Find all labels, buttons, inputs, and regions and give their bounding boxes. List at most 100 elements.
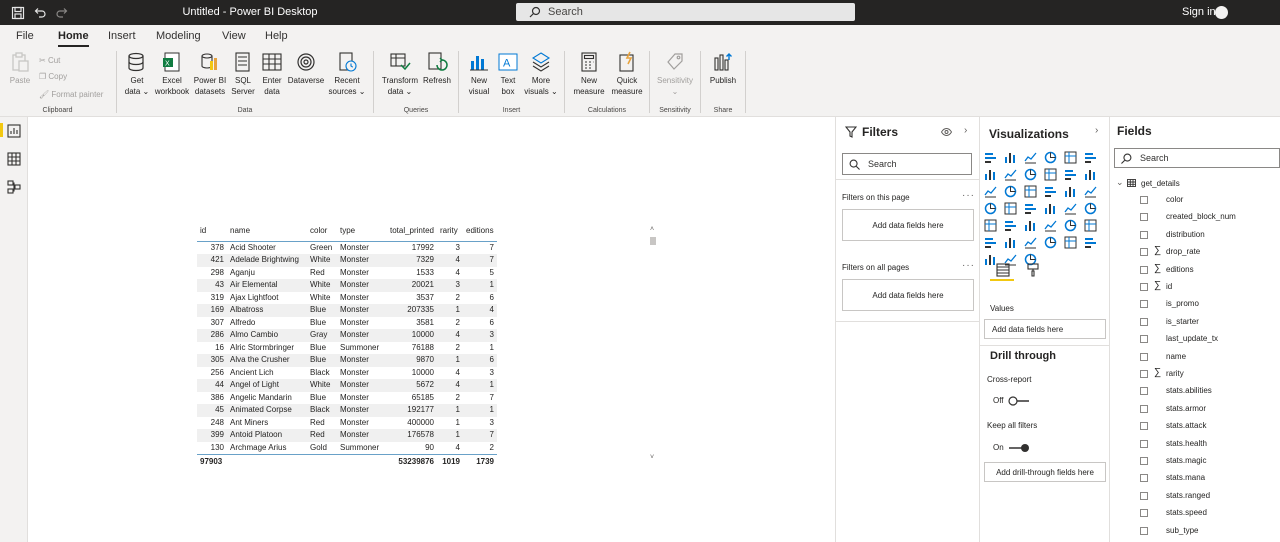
eye-icon[interactable] [941,128,952,136]
fields-well-icon[interactable] [996,263,1010,277]
field-checkbox[interactable] [1140,230,1148,239]
ribbon-chart-icon[interactable] [1084,168,1097,181]
field-checkbox[interactable] [1140,283,1148,291]
filters-search-input[interactable]: Search [842,153,972,175]
sensitivity-button[interactable]: Sensitivity ⌄ [653,51,697,97]
table-row[interactable]: 43 Air Elemental White Monster 20021 3 1 [197,279,497,292]
menu-file[interactable]: File [16,25,34,47]
field-checkbox[interactable] [1140,491,1148,500]
field-is-promo[interactable]: is_promo [1110,296,1280,313]
column-header-editions[interactable]: editions [463,221,497,242]
field-checkbox[interactable] [1140,457,1148,465]
more-visuals-button[interactable]: More visuals ⌄ [522,51,560,97]
transform-data-button[interactable]: Transform data ⌄ [379,51,421,97]
menu-insert[interactable]: Insert [108,25,136,47]
table-row[interactable]: 319 Ajax Lightfoot White Monster 3537 2 6 [197,292,497,305]
funnel-chart-icon[interactable] [1004,185,1017,198]
scatter-chart-icon[interactable] [1024,185,1037,198]
field-checkbox[interactable] [1140,439,1148,448]
field-name[interactable]: name [1110,349,1280,366]
field-checkbox[interactable] [1140,404,1148,413]
menu-view[interactable]: View [222,25,246,47]
table-row[interactable]: 305 Alva the Crusher Blue Monster 9870 1 6 [197,354,497,367]
collapse-viz-chevron-icon[interactable]: › [1095,125,1098,136]
key-influencers-icon[interactable] [1004,236,1017,249]
field-distribution[interactable]: distribution [1110,227,1280,244]
field-checkbox[interactable] [1140,300,1148,309]
field-checkbox[interactable] [1140,370,1148,378]
multi-row-card-icon[interactable] [984,219,997,232]
table-row[interactable]: 399 Antoid Platoon Red Monster 176578 1 7 [197,429,497,442]
get-data-button[interactable]: Get data ⌄ [122,51,152,97]
menu-help[interactable]: Help [265,25,288,47]
gauge-icon[interactable] [1064,202,1077,215]
column-header-name[interactable]: name [227,221,307,242]
fields-search-input[interactable]: Search [1114,148,1280,168]
copy-button[interactable]: ❐ Copy [39,71,67,82]
field-checkbox[interactable] [1140,196,1148,204]
field-stats-abilities[interactable]: stats.abilities [1110,383,1280,400]
matrix-icon[interactable] [1064,219,1077,232]
100-stacked-bar-chart-icon[interactable] [1064,151,1077,164]
map-icon[interactable] [984,202,997,215]
pie-chart-icon[interactable] [1044,185,1057,198]
refresh-button[interactable]: Refresh [421,51,453,86]
format-paintbrush-icon[interactable] [1026,263,1040,277]
paginated-report-icon[interactable] [1084,236,1097,249]
column-header-total-printed[interactable]: total_printed [385,221,437,242]
field-stats-mana[interactable]: stats.mana [1110,470,1280,487]
filters-page-dropzone[interactable]: Add data fields here [842,209,974,241]
waterfall-chart-icon[interactable] [984,185,997,198]
sql-server-button[interactable]: SQL Server [228,51,258,97]
field-editions[interactable]: ∑ editions [1110,262,1280,279]
field-checkbox[interactable] [1140,387,1148,396]
new-visual-button[interactable]: New visual [464,51,494,97]
table-row[interactable]: 307 Alfredo Blue Monster 3581 2 6 [197,317,497,330]
table-row[interactable]: 256 Ancient Lich Black Monster 10000 4 3 [197,367,497,380]
format-painter-button[interactable]: 🖌 Format painter [39,89,103,100]
clustered-column-chart-icon[interactable] [1044,151,1057,164]
values-dropzone[interactable]: Add data fields here [984,319,1106,339]
100-stacked-column-chart-icon[interactable] [1084,151,1097,164]
line-clustered-column-chart-icon[interactable] [1064,168,1077,181]
paste-button[interactable]: Paste [8,51,32,86]
slicer-icon[interactable] [1024,219,1037,232]
field-stats-armor[interactable]: stats.armor [1110,401,1280,418]
column-header-rarity[interactable]: rarity [437,221,463,242]
quick-measure-button[interactable]: Quick measure [608,51,646,97]
more-options-icon[interactable]: ··· [962,190,975,201]
r-visual-icon[interactable] [1084,219,1097,232]
field-id[interactable]: ∑ id [1110,279,1280,296]
table-row[interactable]: 130 Archmage Arius Gold Summoner 90 4 2 [197,442,497,455]
shape-map-icon[interactable] [1024,202,1037,215]
chevron-down-icon[interactable]: ⌄ [1116,177,1124,188]
table-row[interactable]: 386 Angelic Mandarin Blue Monster 65185 2 7 [197,392,497,405]
table-row[interactable]: 45 Animated Corpse Black Monster 192177 1 1 [197,404,497,417]
card-icon[interactable] [1084,202,1097,215]
field-last-update-tx[interactable]: last_update_tx [1110,331,1280,348]
treemap-icon[interactable] [1084,185,1097,198]
field-is-starter[interactable]: is_starter [1110,314,1280,331]
field-color[interactable]: color [1110,192,1280,209]
column-header-type[interactable]: type [337,221,385,242]
scroll-up-arrow-icon[interactable]: ˄ [650,226,654,233]
line-chart-icon[interactable] [984,168,997,181]
stacked-column-chart-icon[interactable] [1004,151,1017,164]
model-view-icon[interactable] [7,180,21,194]
kpi-icon[interactable] [1004,219,1017,232]
scroll-down-arrow-icon[interactable]: ˅ [650,454,654,461]
column-header-id[interactable]: id [197,221,227,242]
field-checkbox[interactable] [1140,509,1148,518]
field-stats-health[interactable]: stats.health [1110,436,1280,453]
report-view-icon[interactable] [7,124,21,138]
new-measure-button[interactable]: New measure [568,51,610,97]
area-chart-icon[interactable] [1004,168,1017,181]
table-scrollbar[interactable]: ˄ ˅ [650,226,656,461]
field-stats-ranged[interactable]: stats.ranged [1110,488,1280,505]
qa-visual-icon[interactable] [1044,236,1057,249]
filled-map-icon[interactable] [1004,202,1017,215]
recent-sources-button[interactable]: Recent sources ⌄ [326,51,368,97]
field-checkbox[interactable] [1140,422,1148,431]
field-checkbox[interactable] [1140,335,1148,344]
table-row[interactable]: 248 Ant Miners Red Monster 400000 1 3 [197,417,497,430]
